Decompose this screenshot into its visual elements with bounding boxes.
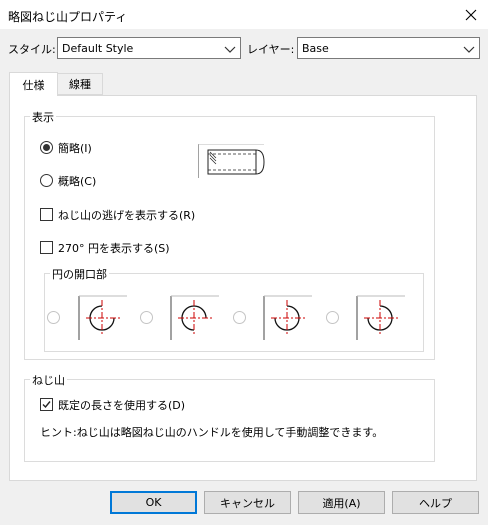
help-button[interactable]: ヘルプ	[392, 491, 479, 514]
ok-button[interactable]: OK	[110, 491, 197, 514]
radio-opening-2[interactable]	[140, 311, 153, 324]
check-show-runout[interactable]	[40, 208, 53, 221]
thread-preview-image	[198, 144, 265, 178]
radio-schematic[interactable]	[40, 174, 53, 187]
style-value: Default Style	[62, 42, 134, 55]
check-show-runout-label: ねじ山の逃げを表示する(R)	[58, 209, 196, 222]
radio-opening-1[interactable]	[47, 311, 60, 324]
tab-specification-label: 仕様	[22, 78, 45, 92]
help-button-label: ヘルプ	[419, 496, 452, 510]
radio-schematic-label: 概略(C)	[58, 175, 97, 188]
layer-value: Base	[302, 42, 329, 55]
check-default-length-label: 既定の長さを使用する(D)	[58, 399, 186, 412]
style-dropdown[interactable]: Default Style	[57, 37, 241, 59]
checkmark-icon	[42, 401, 51, 409]
window-title: 略図ねじ山プロパティ	[8, 10, 128, 24]
thread-group	[24, 379, 435, 462]
layer-dropdown[interactable]: Base	[297, 37, 480, 59]
tab-linetype-label: 線種	[69, 78, 91, 91]
check-default-length[interactable]	[40, 398, 53, 411]
opening-bottom-left-icon	[356, 295, 405, 340]
radio-opening-4[interactable]	[326, 311, 339, 324]
cancel-button-label: キャンセル	[220, 496, 275, 510]
tab-linetype[interactable]: 線種	[57, 73, 103, 95]
opening-top-right-icon	[78, 295, 127, 340]
layer-label: レイヤー:	[247, 43, 295, 56]
opening-top-left-icon	[263, 295, 312, 340]
cancel-button[interactable]: キャンセル	[204, 491, 291, 514]
thread-group-title: ねじ山	[30, 372, 67, 388]
chevron-down-icon	[224, 46, 236, 53]
apply-button-label: 適用(A)	[322, 496, 361, 510]
check-show-270-label: 270° 円を表示する(S)	[58, 242, 170, 255]
chevron-down-icon	[463, 46, 475, 53]
opening-bottom-right-icon	[170, 295, 219, 340]
tab-specification[interactable]: 仕様	[9, 72, 58, 96]
check-show-270[interactable]	[40, 241, 53, 254]
display-group-title: 表示	[30, 109, 56, 125]
tab-panel: 表示 簡略(I) 概略(C) ねじ山の逃げを表示する(R) 270° 円を表示す…	[9, 95, 477, 481]
close-icon	[465, 9, 477, 21]
close-button[interactable]	[454, 0, 488, 30]
circle-opening-group-title: 円の開口部	[50, 266, 109, 282]
radio-opening-3[interactable]	[233, 311, 246, 324]
title-bar: 略図ねじ山プロパティ	[0, 0, 488, 30]
apply-button[interactable]: 適用(A)	[298, 491, 385, 514]
radio-simplified-label: 簡略(I)	[58, 142, 92, 155]
ok-button-label: OK	[145, 496, 162, 509]
style-label: スタイル:	[8, 43, 56, 56]
hint-text: ヒント:ねじ山は略図ねじ山のハンドルを使用して手動調整できます。	[40, 426, 384, 439]
radio-simplified[interactable]	[40, 141, 53, 154]
